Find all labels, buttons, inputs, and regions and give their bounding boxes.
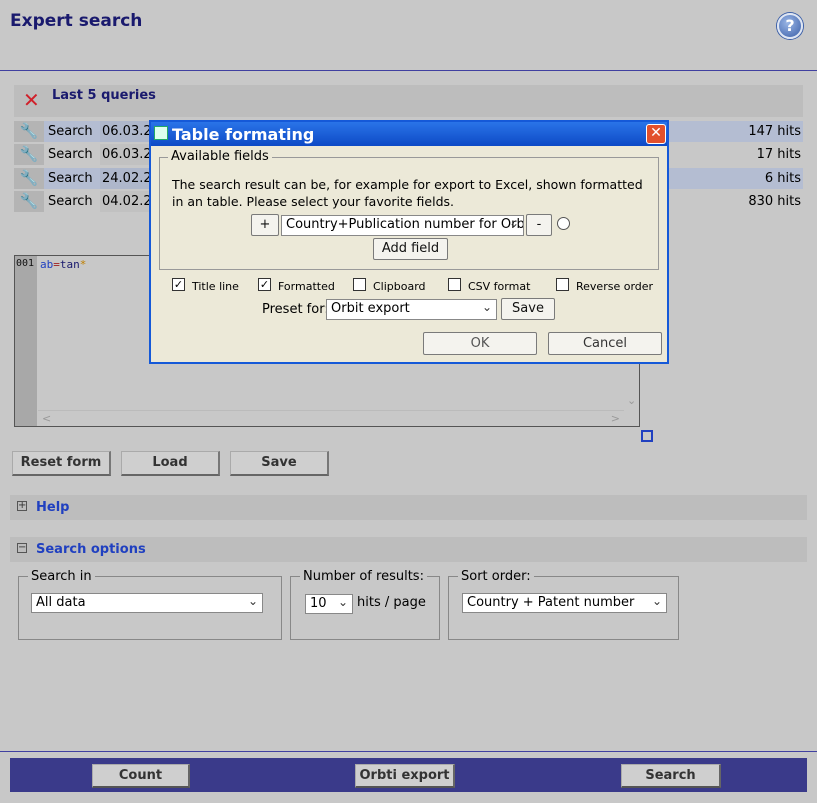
add-field-plus-button[interactable]: + — [251, 214, 279, 236]
table-formating-dialog: Table formating ✕ Available fields The s… — [149, 120, 669, 364]
query-hits: 147 hits — [748, 124, 801, 139]
footer-bar: Count Orbti export Search — [10, 758, 807, 792]
horizontal-scrollbar[interactable]: < > — [38, 410, 624, 426]
search-in-legend: Search in — [28, 569, 95, 584]
clipboard-label: Clipboard — [373, 280, 426, 293]
formatted-label: Formatted — [278, 280, 335, 293]
csv-format-checkbox[interactable] — [448, 278, 461, 291]
query-date: 06.03.20 — [100, 144, 150, 165]
field-select[interactable]: Country+Publication number for Orbit ⌄ — [281, 215, 524, 236]
code-wildcard: * — [79, 258, 87, 271]
wrench-icon[interactable]: 🔧 — [14, 144, 44, 165]
scroll-left-icon[interactable]: < — [42, 412, 51, 425]
search-in-value: All data — [36, 595, 86, 610]
sort-order-value: Country + Patent number — [467, 595, 635, 610]
field-select-value: Country+Publication number for Orbit — [286, 217, 524, 232]
ok-button[interactable]: OK — [423, 332, 537, 355]
hits-per-page-label: hits / page — [357, 595, 426, 610]
query-label[interactable]: Search — [48, 194, 93, 209]
results-legend: Number of results: — [300, 569, 427, 584]
clipboard-checkbox[interactable] — [353, 278, 366, 291]
wrench-icon[interactable]: 🔧 — [14, 191, 44, 212]
field-radio[interactable] — [557, 217, 570, 230]
wrench-icon[interactable]: 🔧 — [14, 168, 44, 189]
query-label[interactable]: Search — [48, 171, 93, 186]
dialog-titlebar[interactable]: Table formating ✕ — [151, 122, 667, 146]
available-fields-legend: Available fields — [168, 149, 272, 164]
expand-icon[interactable]: + — [17, 501, 27, 511]
last-queries-title: Last 5 queries — [52, 88, 156, 103]
reverse-order-checkbox[interactable] — [556, 278, 569, 291]
page-title: Expert search — [10, 11, 143, 31]
results-per-page-value: 10 — [310, 596, 327, 611]
sort-order-fieldset: Sort order: Country + Patent number ⌄ — [448, 569, 679, 640]
close-icon[interactable]: ✕ — [23, 88, 40, 112]
reset-form-button[interactable]: Reset form — [12, 451, 111, 476]
available-fields-fieldset: Available fields The search result can b… — [159, 149, 659, 270]
query-hits: 17 hits — [756, 147, 801, 162]
code-value: tan — [59, 258, 80, 271]
sort-order-select[interactable]: Country + Patent number ⌄ — [462, 593, 667, 613]
chevron-down-icon: ⌄ — [508, 216, 519, 230]
query-date: 06.03.20 — [100, 121, 150, 142]
last-queries-header: ✕ Last 5 queries — [14, 85, 803, 117]
close-icon[interactable]: ✕ — [646, 124, 666, 144]
editor-code[interactable]: ab=tan* — [40, 258, 86, 271]
title-line-label: Title line — [192, 280, 239, 293]
results-per-page-select[interactable]: 10 ⌄ — [305, 594, 353, 614]
code-field: ab — [40, 258, 54, 271]
preset-value: Orbit export — [331, 301, 410, 316]
preset-save-button[interactable]: Save — [501, 298, 555, 320]
orbit-export-button[interactable]: Orbti export — [355, 764, 455, 788]
resize-handle-icon[interactable] — [641, 430, 653, 442]
query-date: 24.02.20 — [100, 168, 150, 189]
title-line-checkbox[interactable]: ✓ — [172, 278, 185, 291]
cancel-button[interactable]: Cancel — [548, 332, 662, 355]
chevron-down-icon: ⌄ — [651, 594, 662, 608]
search-options-header[interactable]: − Search options — [10, 537, 807, 562]
save-button[interactable]: Save — [230, 451, 329, 476]
scroll-down-icon[interactable]: ⌄ — [627, 394, 636, 407]
search-button[interactable]: Search — [621, 764, 721, 788]
reverse-order-label: Reverse order — [576, 280, 654, 293]
scroll-right-icon[interactable]: > — [611, 412, 620, 425]
query-date: 04.02.20 — [100, 191, 150, 212]
load-button[interactable]: Load — [121, 451, 220, 476]
collapse-icon[interactable]: − — [17, 543, 27, 553]
preset-label: Preset for: — [262, 302, 329, 317]
search-in-fieldset: Search in All data ⌄ — [18, 569, 282, 640]
count-button[interactable]: Count — [92, 764, 190, 788]
add-field-button[interactable]: Add field — [373, 238, 448, 260]
editor-gutter: 001 — [15, 256, 37, 426]
chevron-down-icon: ⌄ — [247, 594, 258, 608]
header-divider — [0, 70, 817, 71]
table-icon — [154, 126, 168, 140]
help-icon[interactable]: ? — [777, 13, 803, 39]
sort-order-legend: Sort order: — [458, 569, 534, 584]
help-section-title[interactable]: Help — [36, 500, 69, 515]
search-in-select[interactable]: All data ⌄ — [31, 593, 263, 613]
wrench-icon[interactable]: 🔧 — [14, 121, 44, 142]
results-fieldset: Number of results: 10 ⌄ hits / page — [290, 569, 440, 640]
footer-divider — [0, 751, 817, 752]
dialog-description: The search result can be, for example fo… — [172, 177, 643, 209]
preset-select[interactable]: Orbit export ⌄ — [326, 299, 497, 320]
search-options-title[interactable]: Search options — [36, 542, 146, 557]
formatted-checkbox[interactable]: ✓ — [258, 278, 271, 291]
chevron-down-icon: ⌄ — [481, 300, 492, 314]
line-number: 001 — [16, 258, 35, 269]
query-hits: 6 hits — [764, 171, 801, 186]
query-label[interactable]: Search — [48, 147, 93, 162]
csv-format-label: CSV format — [468, 280, 531, 293]
code-operator: = — [53, 258, 60, 271]
help-section-header[interactable]: + Help — [10, 495, 807, 520]
dialog-title: Table formating — [172, 125, 315, 144]
query-label[interactable]: Search — [48, 124, 93, 139]
query-hits: 830 hits — [748, 194, 801, 209]
chevron-down-icon: ⌄ — [337, 595, 348, 609]
remove-field-minus-button[interactable]: - — [526, 214, 552, 236]
